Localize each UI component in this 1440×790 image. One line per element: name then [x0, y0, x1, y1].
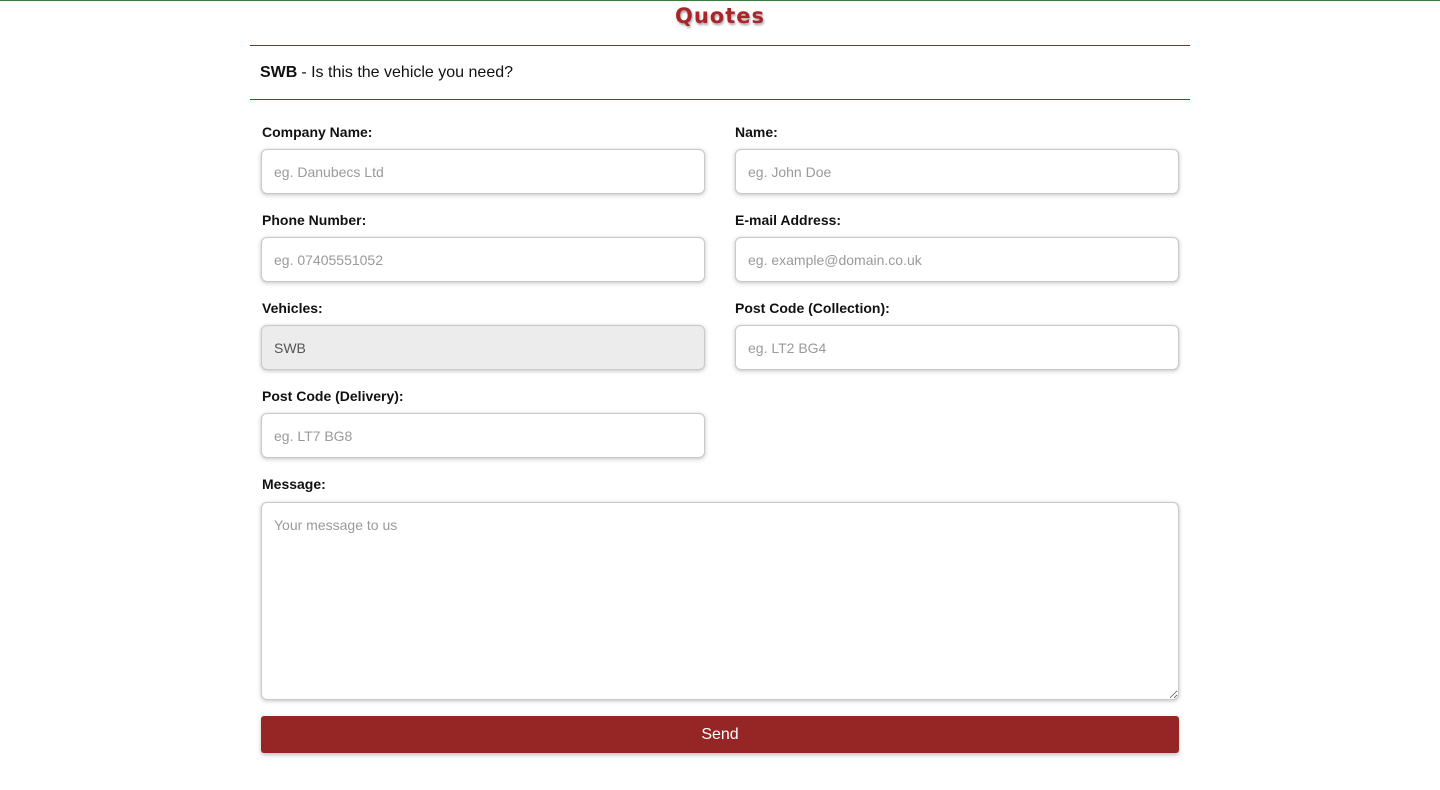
- name-input[interactable]: [735, 149, 1179, 194]
- vehicle-question: - Is this the vehicle you need?: [301, 63, 514, 81]
- vehicle-name: SWB: [260, 63, 298, 81]
- phone-number-label: Phone Number:: [262, 212, 367, 228]
- postcode-delivery-input[interactable]: [261, 413, 705, 458]
- page-title: Quotes: [674, 4, 765, 28]
- vehicles-label: Vehicles:: [262, 300, 323, 316]
- message-textarea[interactable]: [261, 502, 1179, 700]
- postcode-delivery-label: Post Code (Delivery):: [262, 388, 404, 404]
- postcode-collection-input[interactable]: [735, 325, 1179, 370]
- phone-number-input[interactable]: [261, 237, 705, 282]
- message-label: Message:: [262, 476, 326, 492]
- email-label: E-mail Address:: [735, 212, 842, 228]
- company-name-label: Company Name:: [262, 124, 373, 140]
- email-input[interactable]: [735, 237, 1179, 282]
- top-accent-line: [0, 0, 1440, 1]
- send-button[interactable]: Send: [261, 716, 1179, 753]
- vehicle-banner: SWB - Is this the vehicle you need?: [250, 45, 1190, 100]
- name-label: Name:: [735, 124, 778, 140]
- company-name-input[interactable]: [261, 149, 705, 194]
- postcode-collection-label: Post Code (Collection):: [735, 300, 890, 316]
- vehicles-input[interactable]: [261, 325, 705, 370]
